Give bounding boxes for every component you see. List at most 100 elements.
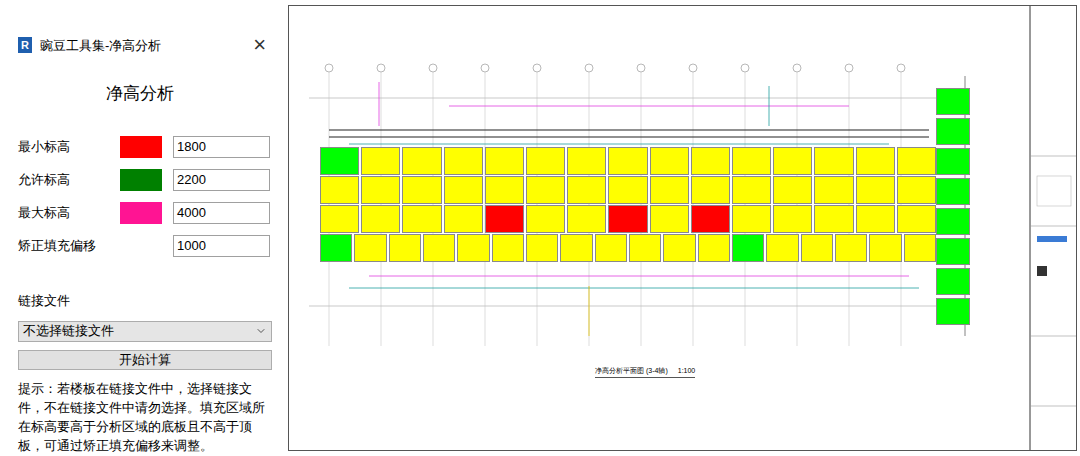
room-fill[interactable] — [526, 147, 565, 175]
room-fill[interactable] — [732, 147, 771, 175]
room-fill[interactable] — [608, 205, 647, 233]
room-fill[interactable] — [629, 234, 661, 262]
room-fill[interactable] — [389, 234, 421, 262]
room-fill[interactable] — [766, 234, 798, 262]
room-fill[interactable] — [698, 234, 730, 262]
room-fill[interactable] — [773, 176, 812, 204]
room-fill[interactable] — [423, 234, 455, 262]
chevron-down-icon — [255, 325, 267, 337]
room-fill[interactable] — [485, 205, 524, 233]
room-fill[interactable] — [856, 205, 895, 233]
clearance-dialog: R豌豆工具集-净高分析×净高分析最小标高1800允许标高2200最大标高4000… — [0, 0, 286, 456]
room-fill[interactable] — [320, 234, 352, 262]
room-fill[interactable] — [567, 176, 606, 204]
room-fill[interactable] — [402, 205, 441, 233]
room-fill[interactable] — [361, 205, 400, 233]
sheet-area: 净高分析平面图 (3-4轴)1:100 — [286, 0, 1080, 456]
room-fill[interactable] — [492, 234, 524, 262]
color-swatch — [120, 235, 162, 257]
room-fill[interactable] — [732, 205, 771, 233]
setting-input[interactable]: 4000 — [173, 202, 270, 224]
room-fill[interactable] — [650, 176, 689, 204]
setting-input[interactable]: 1800 — [173, 136, 270, 158]
setting-row: 最小标高 1800 — [18, 136, 272, 158]
room-fill[interactable] — [732, 234, 764, 262]
room-fill[interactable] — [732, 176, 771, 204]
room-fill[interactable] — [560, 234, 592, 262]
settings-list: 最小标高 1800 允许标高2200 最大标高4000 矫正填充偏移 1000 — [18, 136, 272, 257]
room-fill[interactable] — [402, 147, 441, 175]
room-fill[interactable] — [595, 234, 627, 262]
room-fill[interactable] — [869, 234, 901, 262]
room-fill[interactable] — [608, 176, 647, 204]
room-row — [320, 147, 936, 175]
drawing-sheet: 净高分析平面图 (3-4轴)1:100 — [288, 5, 1077, 451]
room-fill[interactable] — [904, 234, 936, 262]
room-fill[interactable] — [361, 147, 400, 175]
room-fill[interactable] — [856, 176, 895, 204]
room-fill[interactable] — [856, 147, 895, 175]
room-fill[interactable] — [691, 176, 730, 204]
room-fill[interactable] — [650, 205, 689, 233]
setting-label: 最小标高 — [18, 137, 120, 157]
room-fill[interactable] — [936, 178, 970, 205]
setting-row: 允许标高2200 — [18, 169, 272, 191]
room-fill[interactable] — [650, 147, 689, 175]
setting-input[interactable]: 2200 — [173, 169, 270, 191]
room-fill[interactable] — [936, 298, 970, 325]
room-fill[interactable] — [402, 176, 441, 204]
room-fill[interactable] — [773, 147, 812, 175]
start-button[interactable]: 开始计算 — [18, 350, 272, 370]
room-fill[interactable] — [814, 205, 853, 233]
room-fill[interactable] — [444, 147, 483, 175]
room-fill[interactable] — [608, 147, 647, 175]
room-fill[interactable] — [457, 234, 489, 262]
color-swatch[interactable] — [120, 202, 162, 224]
room-fill[interactable] — [567, 147, 606, 175]
room-fill[interactable] — [444, 176, 483, 204]
setting-label: 矫正填充偏移 — [18, 236, 120, 256]
setting-input[interactable]: 1000 — [173, 235, 270, 257]
room-fill[interactable] — [663, 234, 695, 262]
room-fill[interactable] — [526, 176, 565, 204]
room-fill[interactable] — [320, 147, 359, 175]
room-fill[interactable] — [936, 268, 970, 295]
link-file-select[interactable]: 不选择链接文件 — [18, 321, 272, 342]
room-fill[interactable] — [801, 234, 833, 262]
room-fill[interactable] — [320, 205, 359, 233]
setting-row: 最大标高4000 — [18, 202, 272, 224]
room-fill[interactable] — [320, 176, 359, 204]
heading: 净高分析 — [18, 81, 272, 107]
color-swatch[interactable] — [120, 136, 162, 158]
room-block — [320, 147, 936, 262]
setting-row: 矫正填充偏移 1000 — [18, 235, 272, 257]
room-fill[interactable] — [936, 208, 970, 235]
room-fill[interactable] — [691, 147, 730, 175]
room-fill[interactable] — [526, 234, 558, 262]
color-swatch[interactable] — [120, 169, 162, 191]
side-room-column — [936, 88, 970, 325]
hint-text: 提示：若楼板在链接文件中，选择链接文件，不在链接文件中请勿选择。填充区域所在标高… — [18, 380, 272, 456]
room-fill[interactable] — [444, 205, 483, 233]
room-fill[interactable] — [936, 238, 970, 265]
room-fill[interactable] — [567, 205, 606, 233]
room-fill[interactable] — [835, 234, 867, 262]
room-fill[interactable] — [936, 148, 970, 175]
caption-scale: 1:100 — [678, 366, 696, 377]
plan-caption: 净高分析平面图 (3-4轴)1:100 — [595, 366, 695, 378]
room-fill[interactable] — [773, 205, 812, 233]
room-fill[interactable] — [485, 147, 524, 175]
room-fill[interactable] — [814, 147, 853, 175]
room-fill[interactable] — [936, 118, 970, 145]
room-fill[interactable] — [485, 176, 524, 204]
room-fill[interactable] — [936, 88, 970, 115]
room-fill[interactable] — [354, 234, 386, 262]
room-fill[interactable] — [526, 205, 565, 233]
close-button[interactable]: × — [253, 34, 266, 56]
room-fill[interactable] — [897, 176, 936, 204]
room-fill[interactable] — [897, 147, 936, 175]
room-fill[interactable] — [361, 176, 400, 204]
room-fill[interactable] — [691, 205, 730, 233]
room-fill[interactable] — [814, 176, 853, 204]
room-fill[interactable] — [897, 205, 936, 233]
